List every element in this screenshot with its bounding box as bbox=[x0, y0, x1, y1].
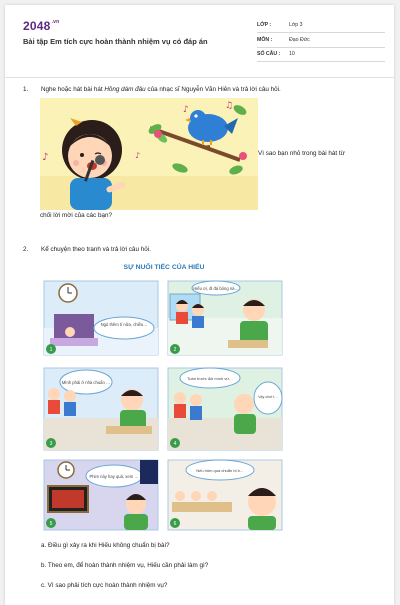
comic-panel-3: Mình phải ở nhà chuẩn … 3 bbox=[43, 367, 159, 451]
panel-number: 4 bbox=[174, 441, 177, 447]
meta-key: LỚP : bbox=[257, 22, 272, 28]
comic-bubble-2: Hiếu ơi, đi đá bóng nà… bbox=[193, 286, 238, 291]
svg-text:♫: ♫ bbox=[225, 101, 233, 111]
svg-text:♪: ♪ bbox=[135, 151, 140, 160]
comic-bubble-4b: Vậy chơi t… bbox=[258, 395, 278, 399]
question-text: Nghe hoặc hát bài hát Hồng dám đâu của n… bbox=[41, 86, 281, 93]
meta-key: SỐ CÂU : bbox=[257, 51, 281, 57]
singing-girl-illustration: ♪ ♫ ♪ ♪ bbox=[40, 98, 258, 210]
question-text: Kể chuyện theo tranh và trả lời câu hỏi. bbox=[41, 246, 151, 253]
comic-bubble-5: Phim này hay quá, xem … bbox=[89, 474, 138, 479]
subquestion-c: c. Vì sao phải tích cực hoàn thành nhiệm… bbox=[41, 582, 168, 589]
page-title: Bài tập Em tích cực hoàn thành nhiệm vụ … bbox=[23, 37, 208, 46]
comic-panel-4: Tuần trước đội mình vừ… Vậy chơi t… 4 bbox=[167, 367, 283, 451]
panel-number: 2 bbox=[174, 347, 177, 353]
comic-panel-1: Ngủ thêm tí nữa, chiều… 1 bbox=[43, 280, 159, 356]
panel-number: 5 bbox=[50, 521, 53, 527]
panel-number: 6 bbox=[174, 521, 177, 527]
header-divider bbox=[5, 77, 394, 78]
question-1-side-text: Vì sao bạn nhỏ trong bài hát từ bbox=[258, 150, 345, 157]
comic-panel-5: Phim này hay quá, xem … 5 bbox=[43, 459, 159, 531]
brand-logo[interactable]: 2048.vn bbox=[23, 19, 59, 33]
panel-number: 1 bbox=[50, 347, 53, 353]
comic-bubble-3: Mình phải ở nhà chuẩn … bbox=[62, 380, 110, 385]
story-comic: SỰ NUỐI TIẾC CỦA HIẾU Ngủ thêm tí nữa, c… bbox=[40, 258, 288, 533]
question-number: 2. bbox=[23, 246, 29, 253]
panel-number: 3 bbox=[50, 441, 53, 447]
question-number: 1. bbox=[23, 86, 29, 93]
svg-text:♪: ♪ bbox=[42, 152, 48, 163]
meta-key: MÔN : bbox=[257, 37, 273, 43]
comic-bubble-6: Nếu hôm qua chuẩn bị b… bbox=[196, 468, 244, 473]
meta-value: Đạo Đức bbox=[289, 37, 310, 43]
comic-panel-6: Nếu hôm qua chuẩn bị b… 6 bbox=[167, 459, 283, 531]
subquestion-a: a. Điều gì xảy ra khi Hiếu không chuẩn b… bbox=[41, 542, 170, 549]
subquestion-b: b. Theo em, để hoàn thành nhiệm vụ, Hiếu… bbox=[41, 562, 209, 569]
comic-bubble-1: Ngủ thêm tí nữa, chiều… bbox=[101, 322, 148, 327]
worksheet-page: 2048.vn Bài tập Em tích cực hoàn thành n… bbox=[5, 5, 394, 605]
comic-panel-2: Hiếu ơi, đi đá bóng nà… 2 bbox=[167, 280, 283, 356]
meta-value: 10 bbox=[289, 51, 295, 57]
song-title: Hồng dám đâu bbox=[104, 86, 146, 93]
meta-row-count: SỐ CÂU : 10 bbox=[257, 48, 385, 62]
meta-row-class: LỚP : Lớp 3 bbox=[257, 19, 385, 33]
svg-text:♪: ♪ bbox=[183, 105, 189, 115]
comic-bubble-4: Tuần trước đội mình vừ… bbox=[187, 376, 233, 381]
meta-row-subject: MÔN : Đạo Đức bbox=[257, 34, 385, 48]
meta-value: Lớp 3 bbox=[289, 22, 303, 28]
question-1-continuation: chối lời mời của các bạn? bbox=[40, 212, 112, 219]
